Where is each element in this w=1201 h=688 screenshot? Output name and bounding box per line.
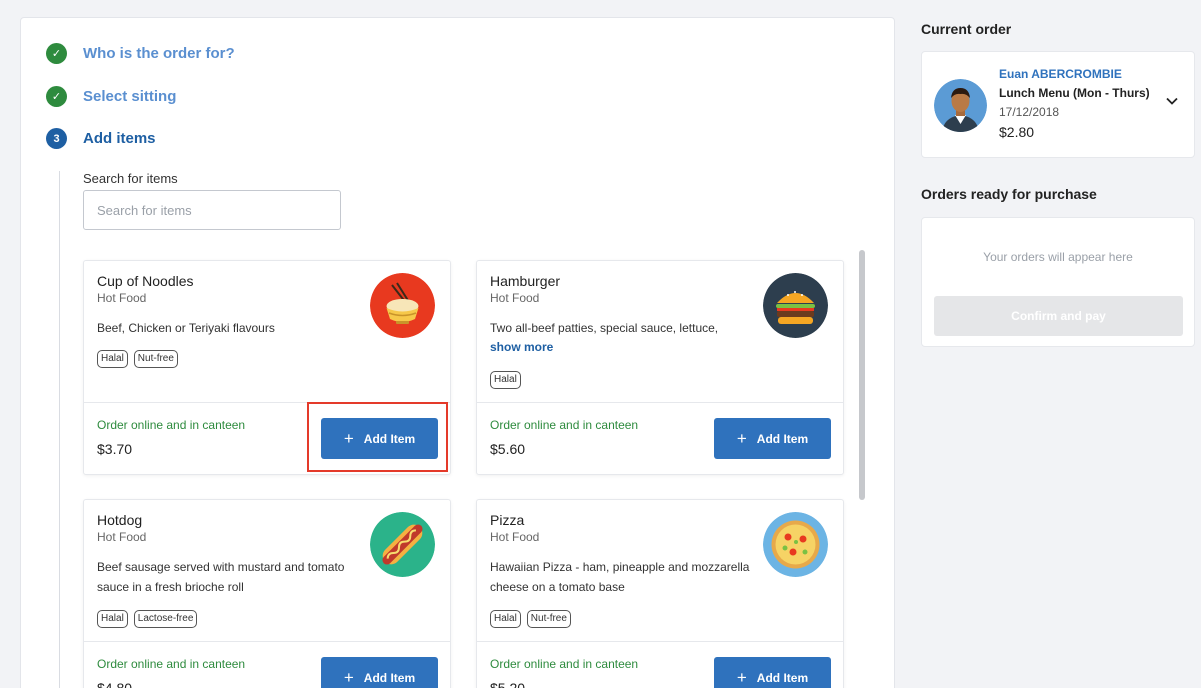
pizza-icon xyxy=(763,512,828,577)
step-number-badge: 3 xyxy=(46,128,67,149)
step-who-is-order-for[interactable]: ✓ Who is the order for? xyxy=(46,43,235,64)
orders-ready-title: Orders ready for purchase xyxy=(921,186,1097,202)
chevron-down-icon[interactable] xyxy=(1165,94,1179,108)
card-divider xyxy=(84,641,450,642)
item-price: $3.70 xyxy=(97,441,133,457)
step-label: Who is the order for? xyxy=(83,45,235,62)
add-item-label: Add Item xyxy=(756,431,809,446)
step-label: Add items xyxy=(83,130,156,147)
hotdog-icon xyxy=(370,512,435,577)
add-item-button[interactable]: + Add Item xyxy=(321,418,438,459)
add-item-label: Add Item xyxy=(756,670,809,685)
item-tags: Halal Nut-free xyxy=(490,610,571,628)
hamburger-icon xyxy=(763,273,828,338)
item-name: Hotdog xyxy=(97,512,143,528)
item-category: Hot Food xyxy=(97,530,147,544)
dietary-tag: Lactose-free xyxy=(133,610,198,628)
add-item-button[interactable]: + Add Item xyxy=(714,657,831,688)
menu-item-card: Cup of Noodles Hot Food Beef, Chicken or… xyxy=(83,260,451,475)
menu-item-card: Pizza Hot Food Hawaiian Pizza - ham, pin… xyxy=(476,499,844,688)
dietary-tag: Halal xyxy=(97,350,128,368)
dietary-tag: Halal xyxy=(490,610,521,628)
avatar xyxy=(934,79,987,132)
step-add-items: 3 Add items xyxy=(46,128,156,149)
availability-text: Order online and in canteen xyxy=(97,657,246,671)
scrollbar-thumb[interactable] xyxy=(859,250,865,500)
add-item-label: Add Item xyxy=(363,670,416,685)
item-category: Hot Food xyxy=(97,291,147,305)
card-divider xyxy=(477,641,843,642)
noodles-icon xyxy=(370,273,435,338)
item-description: Beef, Chicken or Teriyaki flavours xyxy=(97,321,275,335)
order-date: 17/12/2018 xyxy=(999,105,1060,119)
step-label: Select sitting xyxy=(83,88,177,105)
child-name: Euan ABERCROMBIE xyxy=(999,67,1122,81)
current-order-title: Current order xyxy=(921,21,1012,37)
plus-icon: + xyxy=(343,668,354,687)
check-circle-icon: ✓ xyxy=(46,86,67,107)
item-price: $5.60 xyxy=(490,441,526,457)
availability-text: Order online and in canteen xyxy=(97,418,246,432)
current-order-card[interactable]: Euan ABERCROMBIE Lunch Menu (Mon - Thurs… xyxy=(921,51,1195,158)
item-name: Cup of Noodles xyxy=(97,273,194,289)
search-label: Search for items xyxy=(83,171,178,186)
plus-icon: + xyxy=(736,668,747,687)
item-name: Pizza xyxy=(490,512,525,528)
dietary-tag: Nut-free xyxy=(526,610,571,628)
item-tags: Halal Lactose-free xyxy=(97,610,198,628)
card-divider xyxy=(477,402,843,403)
dietary-tag: Nut-free xyxy=(133,350,178,368)
orders-ready-card: Your orders will appear here Confirm and… xyxy=(921,217,1195,347)
item-name: Hamburger xyxy=(490,273,561,289)
add-item-button[interactable]: + Add Item xyxy=(321,657,438,688)
menu-item-card: Hamburger Hot Food Two all-beef patties,… xyxy=(476,260,844,475)
step-connector-line xyxy=(59,171,60,688)
add-item-label: Add Item xyxy=(363,431,416,446)
availability-text: Order online and in canteen xyxy=(490,418,639,432)
card-divider xyxy=(84,402,450,403)
item-price: $4.80 xyxy=(97,680,133,688)
dietary-tag: Halal xyxy=(97,610,128,628)
item-price: $5.20 xyxy=(490,680,526,688)
search-input[interactable] xyxy=(83,190,341,230)
plus-icon: + xyxy=(343,429,354,448)
item-category: Hot Food xyxy=(490,291,540,305)
menu-name: Lunch Menu (Mon - Thurs) xyxy=(999,86,1150,100)
order-total: $2.80 xyxy=(999,124,1035,140)
dietary-tag: Halal xyxy=(490,371,521,389)
menu-item-card: Hotdog Hot Food Beef sausage served with… xyxy=(83,499,451,688)
add-item-button[interactable]: + Add Item xyxy=(714,418,831,459)
step-select-sitting[interactable]: ✓ Select sitting xyxy=(46,86,176,107)
item-tags: Halal Nut-free xyxy=(97,350,178,368)
confirm-and-pay-button[interactable]: Confirm and pay xyxy=(934,296,1183,336)
empty-orders-message: Your orders will appear here xyxy=(983,250,1133,264)
availability-text: Order online and in canteen xyxy=(490,657,639,671)
plus-icon: + xyxy=(736,429,747,448)
item-description: Beef sausage served with mustard and tom… xyxy=(97,560,345,594)
show-more-link[interactable]: show more xyxy=(490,340,553,354)
item-description: Hawaiian Pizza - ham, pineapple and mozz… xyxy=(490,560,750,594)
item-description: Two all-beef patties, special sauce, let… xyxy=(490,321,719,335)
check-circle-icon: ✓ xyxy=(46,43,67,64)
item-tags: Halal xyxy=(490,371,521,389)
item-category: Hot Food xyxy=(490,530,540,544)
